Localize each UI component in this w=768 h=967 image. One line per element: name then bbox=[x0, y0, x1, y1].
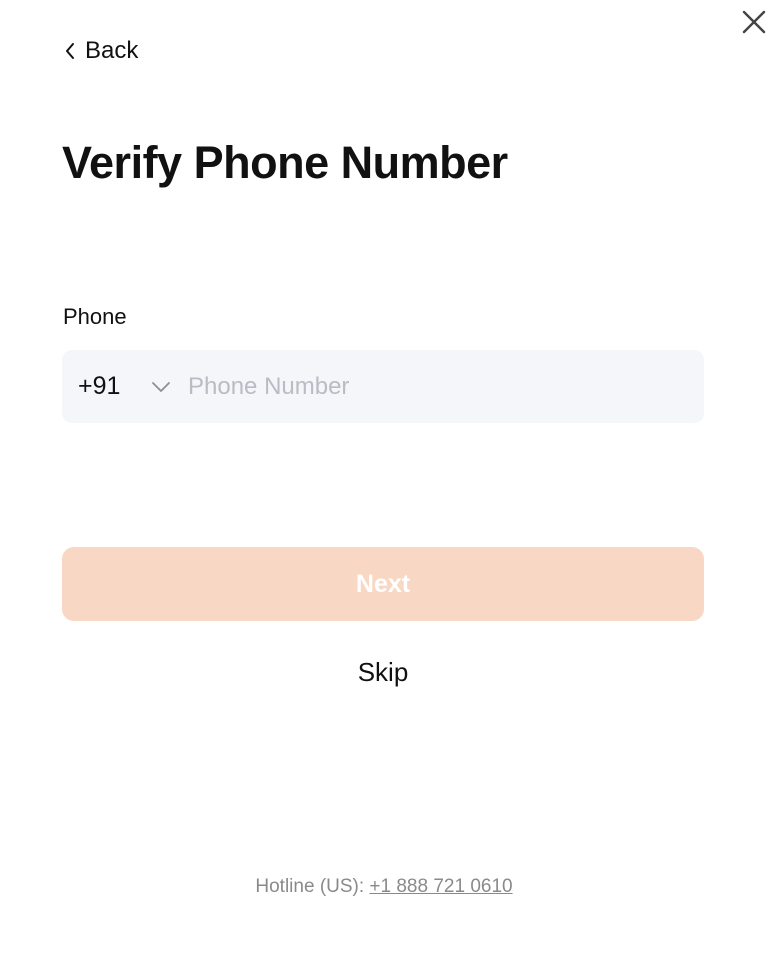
phone-label: Phone bbox=[63, 304, 127, 329]
chevron-down-icon bbox=[150, 380, 172, 394]
phone-number-input[interactable] bbox=[188, 350, 704, 423]
phone-field: +91 bbox=[62, 350, 704, 423]
page-title: Verify Phone Number bbox=[62, 137, 508, 188]
hotline-text: Hotline (US): +1 888 721 0610 bbox=[0, 876, 768, 898]
next-button[interactable]: Next bbox=[62, 547, 704, 621]
back-label: Back bbox=[85, 37, 139, 64]
back-button[interactable]: Back bbox=[64, 36, 138, 66]
country-code-value: +91 bbox=[78, 372, 121, 400]
close-button[interactable] bbox=[740, 8, 768, 36]
close-icon bbox=[742, 10, 766, 34]
hotline-link[interactable]: +1 888 721 0610 bbox=[369, 876, 512, 897]
country-code-select[interactable]: +91 bbox=[62, 350, 188, 423]
chevron-left-icon bbox=[64, 41, 76, 61]
skip-button[interactable]: Skip bbox=[62, 654, 704, 690]
hotline-prefix: Hotline (US): bbox=[255, 876, 370, 897]
